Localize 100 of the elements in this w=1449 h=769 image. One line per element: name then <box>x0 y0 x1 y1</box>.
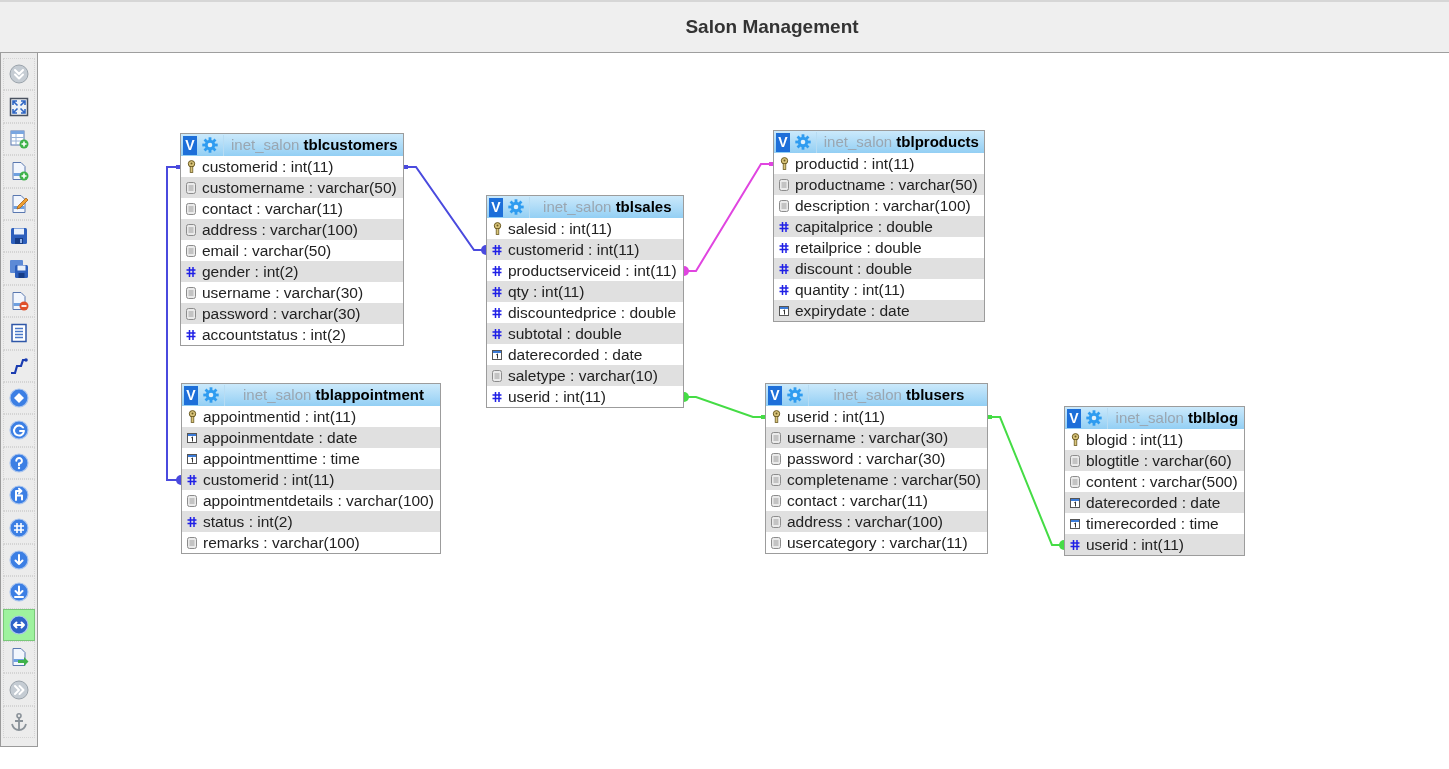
document-icon <box>771 452 781 465</box>
toggle-button[interactable]: V <box>183 135 197 155</box>
hash-icon <box>1070 539 1080 550</box>
gear-icon[interactable] <box>787 387 803 403</box>
field-text: blogtitle : varchar(60) <box>1086 450 1232 471</box>
toolbar-button[interactable] <box>3 187 35 220</box>
table-header[interactable]: V inet_salon tblblog <box>1065 407 1244 429</box>
field-text: description : varchar(100) <box>795 195 971 216</box>
field-text: qty : int(11) <box>508 281 585 302</box>
table-header[interactable]: V inet_salon tblappointment <box>182 384 440 406</box>
field-row[interactable]: address : varchar(100) <box>181 219 403 240</box>
list-icon <box>9 323 29 344</box>
field-text: usercategory : varchar(11) <box>787 532 968 553</box>
field-row[interactable]: customerid : int(11) <box>487 239 683 260</box>
field-row[interactable]: userid : int(11) <box>1065 534 1244 555</box>
table-name: tblappointment <box>315 385 424 403</box>
document-icon <box>1070 475 1080 488</box>
field-text: userid : int(11) <box>508 386 606 407</box>
floppy-disks-icon <box>9 258 29 279</box>
field-text: username : varchar(30) <box>787 427 949 448</box>
field-row[interactable]: discount : double <box>774 258 984 279</box>
gear-icon[interactable] <box>795 134 811 150</box>
field-row[interactable]: username : varchar(30) <box>766 427 987 448</box>
field-row[interactable]: daterecorded : date <box>1065 492 1244 513</box>
download-icon <box>9 582 29 603</box>
anchor-icon <box>9 712 29 732</box>
hash-icon <box>779 263 789 274</box>
toolbar-button[interactable] <box>3 90 35 123</box>
toolbar-button[interactable] <box>3 349 35 382</box>
table-header[interactable]: V inet_salon tblproducts <box>774 131 984 153</box>
toolbar-button[interactable] <box>3 414 35 447</box>
table-name: tblusers <box>906 385 965 403</box>
field-row[interactable]: capitalprice : double <box>774 216 984 237</box>
toggle-button[interactable]: V <box>776 132 790 152</box>
document-icon <box>771 473 781 486</box>
page-edit-icon <box>9 193 29 214</box>
hash-icon <box>492 244 502 255</box>
table-name: tblcustomers <box>303 135 398 153</box>
toolbar-button[interactable] <box>3 543 35 577</box>
toolbar-button[interactable] <box>3 252 35 285</box>
toggle-button[interactable]: V <box>184 385 198 405</box>
field-row[interactable]: address : varchar(100) <box>766 511 987 532</box>
field-text: userid : int(11) <box>787 406 885 427</box>
field-row[interactable]: blogtitle : varchar(60) <box>1065 450 1244 471</box>
field-text: accountstatus : int(2) <box>202 324 346 345</box>
field-row[interactable]: gender : int(2) <box>181 261 403 282</box>
document-icon <box>779 199 789 212</box>
toolbar-button[interactable] <box>3 608 35 642</box>
toolbar-button[interactable] <box>3 381 35 415</box>
table-header[interactable]: V inet_salon tblusers <box>766 384 987 406</box>
field-row[interactable]: status : int(2) <box>182 511 440 532</box>
field-row[interactable]: expirydate : date <box>774 300 984 321</box>
field-text: email : varchar(50) <box>202 240 332 261</box>
calendar-icon <box>187 453 197 464</box>
field-text: address : varchar(100) <box>202 219 358 240</box>
field-text: capitalprice : double <box>795 216 933 237</box>
toolbar-button[interactable] <box>3 219 35 253</box>
field-row[interactable]: password : varchar(30) <box>181 303 403 324</box>
gear-icon[interactable] <box>1086 410 1102 426</box>
document-icon <box>186 286 196 299</box>
field-row[interactable]: subtotal : double <box>487 323 683 344</box>
field-text: appointmenttime : time <box>203 448 360 469</box>
gear-icon[interactable] <box>202 137 218 153</box>
document-icon <box>771 536 781 549</box>
field-row[interactable]: saletype : varchar(10) <box>487 365 683 386</box>
field-text: password : varchar(30) <box>787 448 946 469</box>
field-text: customerid : int(11) <box>203 469 335 490</box>
key-icon <box>779 157 789 170</box>
hash-icon <box>492 391 502 402</box>
database-name: inet_salon <box>833 385 902 403</box>
hash-icon <box>9 517 29 538</box>
toolbar-button[interactable] <box>3 576 35 609</box>
field-row[interactable]: customerid : int(11) <box>182 469 440 490</box>
page-add-icon <box>9 161 29 182</box>
document-icon <box>779 178 789 191</box>
table-header[interactable]: V inet_salon tblcustomers <box>181 134 403 156</box>
gear-icon[interactable] <box>203 387 219 403</box>
document-icon <box>771 431 781 444</box>
database-name: inet_salon <box>1115 408 1184 426</box>
calendar-icon <box>1070 518 1080 529</box>
table-header[interactable]: V inet_salon tblsales <box>487 196 683 218</box>
field-text: content : varchar(500) <box>1086 471 1238 492</box>
toggle-button[interactable]: V <box>489 197 503 217</box>
gear-icon[interactable] <box>508 199 524 215</box>
toggle-button[interactable]: V <box>1067 408 1081 428</box>
database-name: inet_salon <box>543 197 612 215</box>
help-icon <box>9 452 29 473</box>
table-add-icon <box>9 128 29 149</box>
document-icon <box>186 223 196 236</box>
field-text: contact : varchar(11) <box>787 490 928 511</box>
toolbar-button[interactable] <box>3 317 35 350</box>
field-text: saletype : varchar(10) <box>508 365 658 386</box>
toggle-button[interactable]: V <box>768 385 782 405</box>
field-row[interactable]: appoinmentdate : date <box>182 427 440 448</box>
toolbar-button[interactable] <box>3 479 35 512</box>
field-text: appoinmentdate : date <box>203 427 358 448</box>
double-chevron-right-icon <box>9 679 29 700</box>
document-icon <box>186 307 196 320</box>
field-text: username : varchar(30) <box>202 282 364 303</box>
field-row[interactable]: qty : int(11) <box>487 281 683 302</box>
